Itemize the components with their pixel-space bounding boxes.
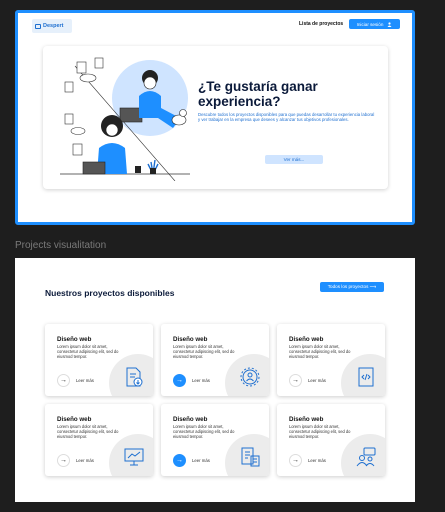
read-more-link[interactable]: Leer más — [76, 378, 94, 383]
code-document-icon — [358, 367, 374, 387]
project-card[interactable]: Diseño web Lorem ipsum dolor sit amet, c… — [45, 404, 153, 476]
gear-user-icon — [240, 367, 260, 387]
card-text: Lorem ipsum dolor sit amet, consectetur … — [173, 344, 235, 359]
card-title: Diseño web — [173, 336, 208, 343]
card-text: Lorem ipsum dolor sit amet, consectetur … — [57, 424, 119, 439]
arrow-right-icon[interactable]: → — [289, 374, 302, 387]
hero-title: ¿Te gustaría ganar experiencia? — [198, 79, 318, 109]
read-more-link[interactable]: Leer más — [76, 458, 94, 463]
user-icon — [387, 21, 392, 27]
project-card[interactable]: Diseño web Lorem ipsum dolor sit amet, c… — [161, 324, 269, 396]
hero-description: Descubre todos los proyectos disponibles… — [198, 112, 375, 123]
project-card[interactable]: Diseño web Lorem ipsum dolor sit amet, c… — [277, 404, 385, 476]
read-more-link[interactable]: Leer más — [308, 458, 326, 463]
building-document-icon — [241, 447, 260, 467]
frame-label: Projects visualitation — [15, 240, 107, 251]
hero-illustration — [60, 57, 190, 181]
arrow-right-icon[interactable]: → — [173, 454, 186, 467]
read-more-link[interactable]: Leer más — [192, 378, 210, 383]
card-text: Lorem ipsum dolor sit amet, consectetur … — [173, 424, 235, 439]
card-title: Diseño web — [173, 416, 208, 423]
logo[interactable]: Despert — [32, 19, 72, 33]
logo-text: Despert — [43, 23, 64, 29]
projects-frame: Nuestros proyectos disponibles Todos los… — [15, 258, 415, 502]
chat-users-icon — [356, 447, 376, 467]
arrow-right-icon[interactable]: → — [57, 374, 70, 387]
nav-link-projects[interactable]: Lista de proyectos — [299, 21, 343, 27]
arrow-right-icon[interactable]: → — [57, 454, 70, 467]
presentation-board-icon — [124, 448, 144, 466]
login-button-label: Iniciar sesión — [356, 21, 384, 27]
see-more-button[interactable]: Ver más... — [265, 155, 323, 164]
project-card[interactable]: Diseño web Lorem ipsum dolor sit amet, c… — [161, 404, 269, 476]
card-title: Diseño web — [289, 336, 324, 343]
document-download-icon — [126, 367, 143, 387]
hero-frame: Despert Lista de proyectos Iniciar sesió… — [15, 10, 415, 225]
all-projects-button[interactable]: Todos los proyectos ⟶ — [320, 282, 384, 292]
read-more-link[interactable]: Leer más — [192, 458, 210, 463]
arrow-right-icon[interactable]: → — [173, 374, 186, 387]
card-text: Lorem ipsum dolor sit amet, consectetur … — [289, 424, 351, 439]
card-text: Lorem ipsum dolor sit amet, consectetur … — [289, 344, 351, 359]
project-card[interactable]: Diseño web Lorem ipsum dolor sit amet, c… — [277, 324, 385, 396]
arrow-right-icon[interactable]: → — [289, 454, 302, 467]
card-title: Diseño web — [289, 416, 324, 423]
read-more-link[interactable]: Leer más — [308, 378, 326, 383]
projects-title: Nuestros proyectos disponibles — [45, 288, 175, 298]
card-title: Diseño web — [57, 336, 92, 343]
hero-card: ¿Te gustaría ganar experiencia? Descubre… — [43, 46, 388, 189]
card-title: Diseño web — [57, 416, 92, 423]
project-card[interactable]: Diseño web Lorem ipsum dolor sit amet, c… — [45, 324, 153, 396]
logo-icon — [35, 23, 41, 29]
card-text: Lorem ipsum dolor sit amet, consectetur … — [57, 344, 119, 359]
login-button[interactable]: Iniciar sesión — [349, 19, 400, 29]
